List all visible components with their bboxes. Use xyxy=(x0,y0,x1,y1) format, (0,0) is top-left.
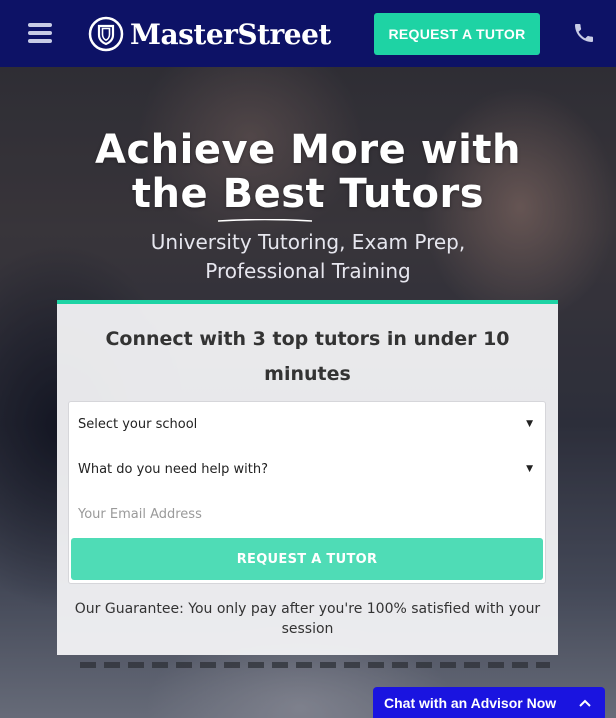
school-select-value: Select your school xyxy=(78,416,198,432)
shield-logo-icon xyxy=(88,16,124,52)
chat-advisor-label: Chat with an Advisor Now xyxy=(384,694,557,711)
dropdown-caret-icon: ▼ xyxy=(526,419,533,429)
hamburger-menu-icon[interactable] xyxy=(28,23,52,43)
keyboard-detail xyxy=(80,662,550,668)
tutor-request-card: Connect with 3 top tutors in under 10 mi… xyxy=(57,300,558,655)
request-tutor-header-button[interactable]: REQUEST A TUTOR xyxy=(374,13,540,55)
help-topic-select[interactable]: What do you need help with? ▼ xyxy=(69,447,545,491)
request-form: Select your school ▼ What do you need he… xyxy=(68,401,546,584)
hero-title-line-1: Achieve More with xyxy=(95,127,521,173)
brand-logo[interactable]: MasterStreet xyxy=(88,14,331,54)
top-navigation-bar: MasterStreet REQUEST A TUTOR xyxy=(0,0,616,67)
email-field[interactable] xyxy=(69,494,545,534)
help-topic-select-value: What do you need help with? xyxy=(78,461,268,477)
hero-title: Achieve More with the Best Tutors xyxy=(0,128,616,216)
form-title: Connect with 3 top tutors in under 10 mi… xyxy=(105,328,510,385)
guarantee-text: Our Guarantee: You only pay after you're… xyxy=(74,601,541,637)
school-select[interactable]: Select your school ▼ xyxy=(69,402,545,446)
request-tutor-submit-button[interactable]: REQUEST A TUTOR xyxy=(71,538,543,580)
hero-underline-decoration xyxy=(218,219,312,222)
brand-name: MasterStreet xyxy=(130,17,331,51)
hero-subtitle-line-1: University Tutoring, Exam Prep, xyxy=(150,230,466,254)
hero-title-line-2: the Best Tutors xyxy=(131,171,485,217)
phone-icon[interactable] xyxy=(572,21,596,45)
dropdown-caret-icon: ▼ xyxy=(526,464,533,474)
hero-subtitle: University Tutoring, Exam Prep, Professi… xyxy=(0,228,616,286)
hero-subtitle-line-2: Professional Training xyxy=(205,259,411,283)
chat-advisor-widget[interactable]: Chat with an Advisor Now xyxy=(373,687,605,718)
chevron-up-icon xyxy=(579,699,591,707)
